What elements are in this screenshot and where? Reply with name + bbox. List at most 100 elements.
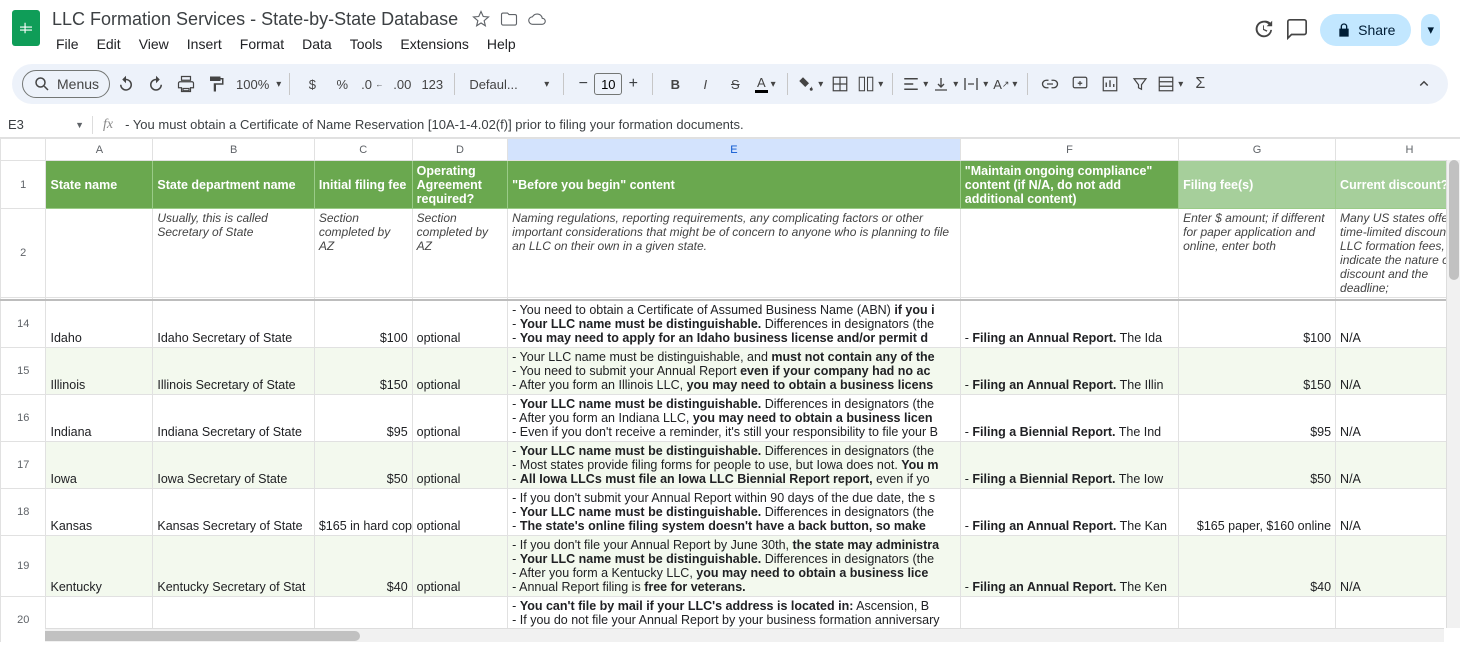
- cell[interactable]: Iowa Secretary of State: [153, 441, 314, 488]
- cell[interactable]: $50: [314, 441, 412, 488]
- cell[interactable]: Kansas Secretary of State: [153, 488, 314, 535]
- insert-comment-icon[interactable]: [1066, 70, 1094, 98]
- functions-icon[interactable]: Σ: [1186, 70, 1214, 98]
- document-title[interactable]: LLC Formation Services - State-by-State …: [48, 7, 462, 32]
- percent-format-button[interactable]: %: [328, 70, 356, 98]
- column-header-A[interactable]: A: [46, 139, 153, 161]
- cell[interactable]: N/A: [1336, 300, 1460, 348]
- cell[interactable]: $165 paper, $160 online: [1179, 488, 1336, 535]
- header-cell[interactable]: Current discount?: [1336, 161, 1460, 209]
- cell[interactable]: - Filing an Annual Report. The Ida: [960, 300, 1178, 348]
- row-header[interactable]: 2: [1, 209, 46, 298]
- cell[interactable]: optional: [412, 394, 508, 441]
- note-cell[interactable]: Usually, this is called Secretary of Sta…: [153, 209, 314, 298]
- select-all-corner[interactable]: [1, 139, 46, 161]
- horizontal-scrollbar[interactable]: [40, 628, 1444, 642]
- share-caret-icon[interactable]: ▾: [1421, 14, 1440, 46]
- header-cell[interactable]: Initial filing fee: [314, 161, 412, 209]
- name-box[interactable]: E3▼: [0, 117, 92, 132]
- cell[interactable]: - Your LLC name must be distinguishable.…: [508, 394, 961, 441]
- cell[interactable]: optional: [412, 300, 508, 348]
- toolbar-collapse-icon[interactable]: [1410, 70, 1438, 98]
- cell[interactable]: - Your LLC name must be distinguishable.…: [508, 441, 961, 488]
- cell[interactable]: $165 in hard cop: [314, 488, 412, 535]
- row-header[interactable]: 20: [1, 596, 46, 642]
- bold-icon[interactable]: B: [661, 70, 689, 98]
- menu-view[interactable]: View: [131, 32, 177, 56]
- cell[interactable]: N/A: [1336, 394, 1460, 441]
- menus-search-button[interactable]: Menus: [22, 70, 110, 98]
- cell[interactable]: - Filing a Biennial Report. The Ind: [960, 394, 1178, 441]
- column-header-G[interactable]: G: [1179, 139, 1336, 161]
- cell[interactable]: Illinois: [46, 347, 153, 394]
- formula-bar-input[interactable]: - You must obtain a Certificate of Name …: [123, 117, 744, 132]
- column-header-C[interactable]: C: [314, 139, 412, 161]
- row-header[interactable]: 16: [1, 394, 46, 441]
- cell[interactable]: N/A: [1336, 535, 1460, 596]
- cell[interactable]: - If you don't file your Annual Report b…: [508, 535, 961, 596]
- cell[interactable]: $95: [314, 394, 412, 441]
- merge-cells-icon[interactable]: [856, 70, 884, 98]
- insert-link-icon[interactable]: [1036, 70, 1064, 98]
- cell[interactable]: $40: [1179, 535, 1336, 596]
- cell[interactable]: Idaho: [46, 300, 153, 348]
- note-cell[interactable]: Section completed by AZ: [314, 209, 412, 298]
- cloud-status-icon[interactable]: [528, 10, 546, 28]
- column-header-B[interactable]: B: [153, 139, 314, 161]
- note-cell[interactable]: Enter $ amount; if different for paper a…: [1179, 209, 1336, 298]
- cell[interactable]: Indiana Secretary of State: [153, 394, 314, 441]
- cell[interactable]: N/A: [1336, 441, 1460, 488]
- cell[interactable]: $150: [314, 347, 412, 394]
- cell[interactable]: N/A: [1336, 347, 1460, 394]
- header-cell[interactable]: Filing fee(s): [1179, 161, 1336, 209]
- cell[interactable]: N/A: [1336, 488, 1460, 535]
- cell[interactable]: optional: [412, 441, 508, 488]
- font-size-decrease[interactable]: −: [572, 75, 594, 93]
- redo-icon[interactable]: [142, 70, 170, 98]
- vertical-scrollbar[interactable]: [1446, 160, 1460, 628]
- row-header[interactable]: 17: [1, 441, 46, 488]
- header-cell[interactable]: "Before you begin" content: [508, 161, 961, 209]
- header-cell[interactable]: Operating Agreement required?: [412, 161, 508, 209]
- menu-insert[interactable]: Insert: [179, 32, 230, 56]
- cell[interactable]: - Filing an Annual Report. The Illin: [960, 347, 1178, 394]
- sheets-logo-icon[interactable]: [12, 10, 40, 46]
- print-icon[interactable]: [172, 70, 200, 98]
- text-wrap-icon[interactable]: [961, 70, 989, 98]
- cell[interactable]: Kansas: [46, 488, 153, 535]
- history-icon[interactable]: [1252, 18, 1274, 43]
- cell[interactable]: $95: [1179, 394, 1336, 441]
- header-cell[interactable]: State name: [46, 161, 153, 209]
- header-cell[interactable]: State department name: [153, 161, 314, 209]
- column-header-H[interactable]: H: [1336, 139, 1460, 161]
- cell[interactable]: Kentucky: [46, 535, 153, 596]
- note-cell[interactable]: Section completed by AZ: [412, 209, 508, 298]
- cell[interactable]: $40: [314, 535, 412, 596]
- increase-decimal-icon[interactable]: .00: [388, 70, 416, 98]
- vertical-align-icon[interactable]: [931, 70, 959, 98]
- cell[interactable]: Indiana: [46, 394, 153, 441]
- cell[interactable]: optional: [412, 535, 508, 596]
- cell[interactable]: Kentucky Secretary of Stat: [153, 535, 314, 596]
- row-header[interactable]: 14: [1, 300, 46, 348]
- cell[interactable]: Illinois Secretary of State: [153, 347, 314, 394]
- zoom-select[interactable]: 100%: [232, 70, 281, 98]
- cell[interactable]: $100: [1179, 300, 1336, 348]
- menu-help[interactable]: Help: [479, 32, 524, 56]
- filter-icon[interactable]: [1126, 70, 1154, 98]
- cell[interactable]: $100: [314, 300, 412, 348]
- horizontal-align-icon[interactable]: [901, 70, 929, 98]
- number-format-button[interactable]: 123: [418, 70, 446, 98]
- menu-edit[interactable]: Edit: [89, 32, 129, 56]
- row-header[interactable]: 1: [1, 161, 46, 209]
- cell[interactable]: - If you don't submit your Annual Report…: [508, 488, 961, 535]
- strikethrough-icon[interactable]: S: [721, 70, 749, 98]
- cell[interactable]: $150: [1179, 347, 1336, 394]
- font-size-input[interactable]: [594, 73, 622, 95]
- font-family-select[interactable]: Defaul...: [463, 70, 555, 98]
- cell[interactable]: $50: [1179, 441, 1336, 488]
- menu-format[interactable]: Format: [232, 32, 292, 56]
- note-cell[interactable]: [960, 209, 1178, 298]
- share-button[interactable]: Share: [1320, 14, 1411, 46]
- spreadsheet-grid[interactable]: ABCDEFGHIJ 1State nameState department n…: [0, 138, 1460, 642]
